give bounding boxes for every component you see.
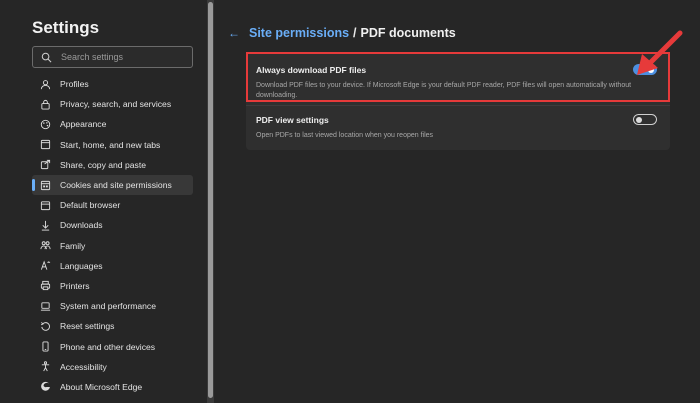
reset-icon: [40, 321, 51, 332]
breadcrumb-separator: /: [353, 26, 357, 40]
sidebar-item-label: Appearance: [60, 119, 107, 130]
sidebar-item-label: Default browser: [60, 200, 121, 211]
settings-sidebar: Settings Profiles Privacy, search, and s…: [0, 0, 204, 403]
breadcrumb: ← Site permissions / PDF documents: [228, 26, 456, 40]
sidebar-item-system[interactable]: System and performance: [32, 296, 193, 316]
sidebar-item-cookies[interactable]: Cookies and site permissions: [32, 174, 193, 196]
lock-icon: [40, 99, 51, 110]
sidebar-item-label: Languages: [60, 260, 103, 271]
home-icon: [40, 139, 51, 150]
sidebar-item-label: About Microsoft Edge: [60, 381, 143, 392]
sidebar-item-label: Printers: [60, 280, 90, 291]
family-icon: [40, 240, 51, 251]
sidebar-item-label: Share, copy and paste: [60, 159, 146, 170]
page-title: PDF documents: [360, 26, 456, 40]
sidebar-item-profiles[interactable]: Profiles: [32, 74, 193, 94]
sidebar-item-appearance[interactable]: Appearance: [32, 114, 193, 134]
sidebar-item-label: Family: [60, 240, 86, 251]
languages-icon: [40, 260, 51, 271]
setting-description: Open PDFs to last viewed location when y…: [256, 132, 434, 139]
browser-icon: [40, 200, 51, 211]
sidebar-item-downloads[interactable]: Downloads: [32, 215, 193, 235]
system-icon: [40, 301, 51, 312]
phone-icon: [40, 341, 51, 352]
sidebar-item-accessibility[interactable]: Accessibility: [32, 357, 193, 377]
sidebar-item-default-browser[interactable]: Default browser: [32, 195, 193, 215]
cookies-icon: [40, 180, 51, 191]
sidebar-item-phone[interactable]: Phone and other devices: [32, 336, 193, 356]
sidebar-item-label: Start, home, and new tabs: [60, 139, 161, 150]
setting-label: PDF view settings: [256, 115, 329, 125]
download-icon: [40, 220, 51, 231]
sidebar-item-label: Phone and other devices: [60, 341, 156, 352]
sidebar-item-languages[interactable]: Languages: [32, 256, 193, 276]
sidebar-scrollbar-thumb[interactable]: [208, 2, 213, 398]
sidebar-item-printers[interactable]: Printers: [32, 276, 193, 296]
sidebar-item-label: Reset settings: [60, 321, 115, 332]
printer-icon: [40, 280, 51, 291]
profile-icon: [40, 79, 51, 90]
setting-row-pdf-view: PDF view settings Open PDFs to last view…: [246, 106, 670, 150]
sidebar-item-label: Accessibility: [60, 361, 107, 372]
sidebar-item-label: Downloads: [60, 220, 103, 231]
sidebar-item-label: System and performance: [60, 301, 157, 312]
sidebar-item-start-home[interactable]: Start, home, and new tabs: [32, 135, 193, 155]
sidebar-item-about[interactable]: About Microsoft Edge: [32, 377, 193, 397]
sidebar-item-label: Profiles: [60, 79, 89, 90]
settings-title: Settings: [32, 18, 100, 37]
settings-nav: Profiles Privacy, search, and services A…: [32, 74, 193, 397]
sidebar-item-share-copy[interactable]: Share, copy and paste: [32, 155, 193, 175]
sidebar-item-label: Cookies and site permissions: [60, 180, 172, 191]
sidebar-item-privacy[interactable]: Privacy, search, and services: [32, 94, 193, 114]
edge-icon: [40, 381, 51, 392]
toggle-knob: [636, 116, 642, 123]
sidebar-item-reset[interactable]: Reset settings: [32, 316, 193, 336]
search-icon: [41, 52, 52, 62]
sidebar-item-label: Privacy, search, and services: [60, 99, 172, 110]
share-icon: [40, 159, 51, 170]
search-box[interactable]: [32, 46, 193, 68]
arrow-annotation-icon: [637, 30, 683, 75]
breadcrumb-link[interactable]: Site permissions: [249, 26, 349, 40]
pdf-view-toggle[interactable]: [633, 114, 657, 125]
search-input[interactable]: [61, 52, 181, 62]
highlight-box: [246, 52, 670, 102]
appearance-icon: [40, 119, 51, 130]
accessibility-icon: [40, 361, 51, 372]
back-arrow-icon[interactable]: ←: [228, 26, 240, 40]
sidebar-item-family[interactable]: Family: [32, 236, 193, 256]
